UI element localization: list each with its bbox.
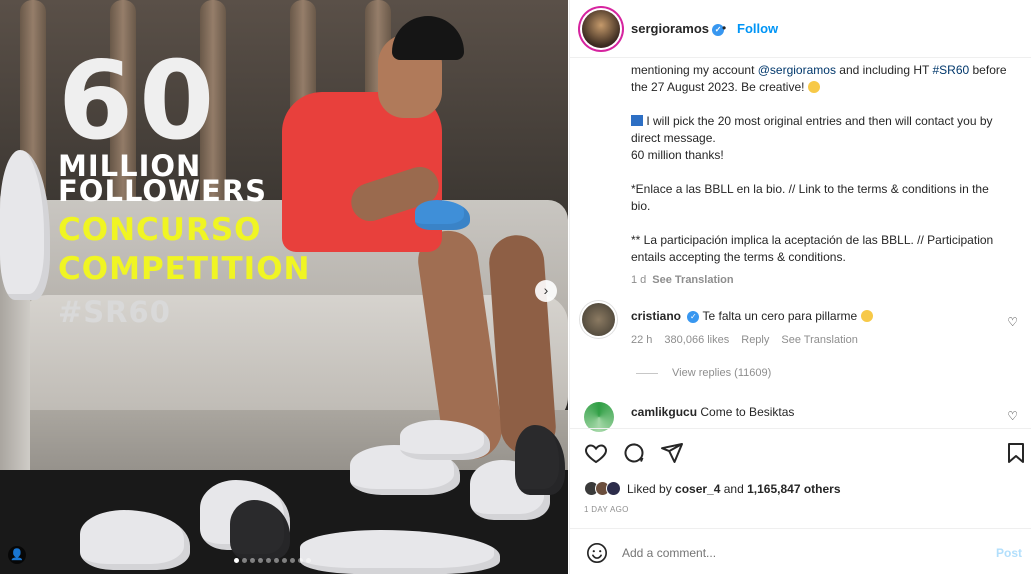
caption-text: I will pick the 20 most original entries…: [631, 114, 993, 145]
avatar[interactable]: [582, 303, 615, 336]
caption-text: and including HT: [835, 63, 933, 77]
comment-text: camlikgucu Come to Besiktas: [631, 405, 794, 419]
user-tag-icon[interactable]: 👤: [8, 546, 26, 564]
comment-text: cristiano ✓ Te falta un cero para pillar…: [631, 309, 873, 323]
author-username[interactable]: sergioramos ✓: [631, 21, 725, 36]
comment-username[interactable]: camlikgucu: [631, 405, 697, 419]
post-caption: mentioning my account @sergioramos and i…: [631, 62, 1011, 289]
carousel-dot: [282, 558, 287, 563]
bookmark-icon[interactable]: [1004, 441, 1030, 467]
liked-by-conjunction: and: [720, 481, 748, 496]
comment-likes[interactable]: 380,066 likes: [664, 334, 729, 346]
carousel-dot: [250, 558, 255, 563]
add-comment-bar: Post: [570, 528, 1031, 574]
caption-text: mentioning my account: [631, 63, 758, 77]
carousel-dot: [266, 558, 271, 563]
see-translation-link[interactable]: See Translation: [652, 274, 733, 286]
overlay-line-followers: FOLLOWERS: [58, 174, 268, 208]
carousel-dot: [234, 558, 239, 563]
like-heart-icon[interactable]: [584, 441, 610, 467]
caption-text: ** La participación implica la aceptació…: [631, 233, 994, 264]
comment-meta: 22 h 380,066 likes Reply See Translation: [631, 334, 858, 346]
post-media[interactable]: 60 MILLION FOLLOWERS CONCURSO COMPETITIO…: [0, 0, 568, 574]
carousel-dot: [274, 558, 279, 563]
heart-icon[interactable]: ♡: [1007, 409, 1018, 423]
liked-by-count-link[interactable]: 1,165,847 others: [747, 482, 840, 496]
action-bar: [570, 428, 1031, 478]
comment-age[interactable]: 22 h: [631, 334, 652, 346]
comment-bubble-icon[interactable]: [622, 441, 648, 467]
post-side-panel: sergioramos ✓ • Follow mentioning my acco…: [569, 0, 1031, 574]
avatar[interactable]: [582, 10, 620, 48]
view-replies-label[interactable]: View replies (11609): [672, 367, 771, 379]
laughing-emoji-icon: [860, 310, 873, 322]
post-comment-button[interactable]: Post: [996, 546, 1022, 560]
likes-summary: Liked by coser_4 and 1,165,847 others: [584, 481, 841, 496]
see-translation-link[interactable]: See Translation: [781, 334, 857, 346]
comment-body: Come to Besiktas: [700, 405, 795, 419]
author-username-label[interactable]: sergioramos: [631, 21, 709, 36]
overlay-line-concurso: CONCURSO: [58, 212, 262, 248]
comment-username[interactable]: cristiano: [631, 309, 681, 323]
add-comment-input[interactable]: [622, 546, 922, 560]
heart-icon[interactable]: ♡: [1007, 315, 1018, 329]
carousel-dot: [290, 558, 295, 563]
verified-badge-icon: ✓: [687, 310, 700, 323]
follow-button[interactable]: Follow: [737, 21, 778, 36]
overlay-big-number: 60: [58, 39, 221, 164]
share-send-icon[interactable]: [660, 441, 686, 467]
overlay-line-hashtag: #SR60: [58, 295, 171, 329]
carousel-indicator: [234, 558, 311, 563]
caption-text: *Enlace a las BBLL en la bio. // Link to…: [631, 182, 989, 213]
post-timestamp[interactable]: 1 DAY AGO: [584, 505, 629, 514]
caption-text: 60 million thanks!: [631, 148, 724, 162]
reply-button[interactable]: Reply: [741, 334, 769, 346]
comment-body: Te falta un cero para pillarme: [702, 309, 858, 323]
emoji-smiley-icon[interactable]: [586, 542, 608, 564]
carousel-dot: [258, 558, 263, 563]
avatar: [606, 481, 621, 496]
hashtag-link[interactable]: #SR60: [932, 63, 969, 77]
caption-age[interactable]: 1 d: [631, 274, 646, 286]
mention-link[interactable]: @sergioramos: [758, 63, 836, 77]
person-figure: [392, 16, 464, 60]
liked-by-prefix: Liked by: [627, 481, 676, 496]
smiley-emoji-icon: [807, 81, 820, 93]
carousel-dot: [298, 558, 303, 563]
carousel-next-button[interactable]: ›: [535, 280, 557, 302]
header-separator: •: [722, 21, 727, 35]
chevron-right-icon: ›: [543, 282, 549, 298]
caption-meta: 1 d See Translation: [631, 272, 1011, 289]
view-replies-button[interactable]: View replies (11609): [636, 367, 771, 379]
liked-by-user-link[interactable]: coser_4: [675, 482, 720, 496]
post-header: sergioramos ✓ • Follow: [570, 0, 1031, 58]
carousel-dot: [306, 558, 311, 563]
arrow-emoji-icon: [631, 115, 643, 126]
overlay-line-competition: COMPETITION: [58, 251, 311, 287]
divider: [636, 372, 658, 374]
liked-by-text: Liked by coser_4 and 1,165,847 others: [627, 482, 841, 496]
carousel-dot: [242, 558, 247, 563]
